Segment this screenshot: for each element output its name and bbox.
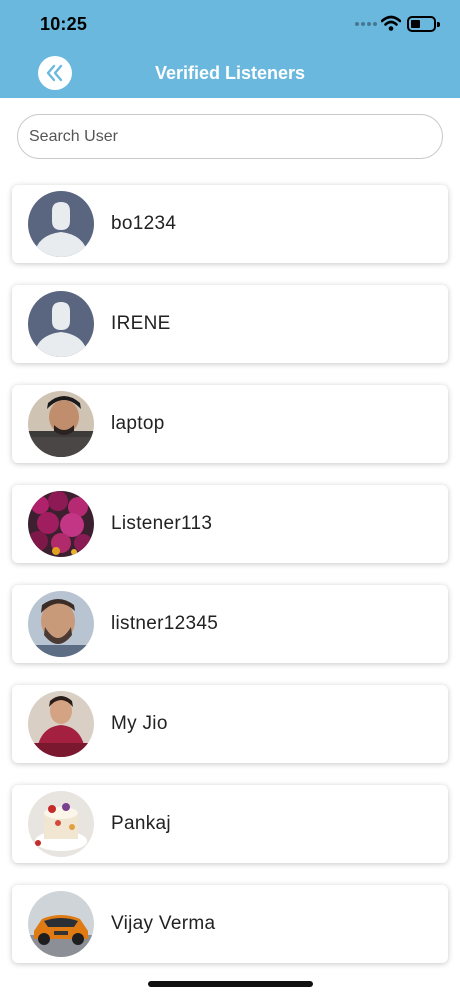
list-item[interactable]: Listener113 (12, 485, 448, 563)
user-name: Listener113 (111, 513, 213, 534)
list-item[interactable]: listner12345 (12, 585, 448, 663)
user-name: Pankaj (111, 813, 171, 834)
user-name: bo1234 (111, 213, 177, 234)
flowers-photo (28, 491, 94, 557)
status-time: 10:25 (40, 14, 88, 34)
search-bar (17, 114, 443, 159)
home-indicator[interactable] (148, 981, 313, 987)
user-name: My Jio (111, 713, 168, 734)
search-input[interactable] (18, 115, 442, 158)
orange-car-photo (28, 891, 94, 957)
list-item[interactable]: My Jio (12, 685, 448, 763)
list-item[interactable]: IRENE (12, 285, 448, 363)
user-name: laptop (111, 413, 165, 434)
user-photo (28, 391, 94, 457)
list-item[interactable]: bo1234 (12, 185, 448, 263)
header-bar: Verified Listeners (0, 50, 460, 98)
user-name: listner12345 (111, 613, 219, 634)
user-photo (28, 691, 94, 757)
user-list: bo1234 IRENE laptop Listener113 listner1… (12, 185, 448, 985)
user-photo (28, 591, 94, 657)
cake-photo (28, 791, 94, 857)
list-item[interactable]: Pankaj (12, 785, 448, 863)
list-item[interactable]: Vijay Verma (12, 885, 448, 963)
status-bar: 10:25 (0, 0, 460, 50)
list-item[interactable]: laptop (12, 385, 448, 463)
wifi-icon (381, 15, 401, 31)
user-name: Vijay Verma (111, 913, 216, 934)
battery-icon (407, 16, 440, 32)
page-title: Verified Listeners (154, 63, 306, 83)
default-person-avatar (28, 291, 94, 357)
user-name: IRENE (111, 313, 171, 334)
default-person-avatar (28, 191, 94, 257)
